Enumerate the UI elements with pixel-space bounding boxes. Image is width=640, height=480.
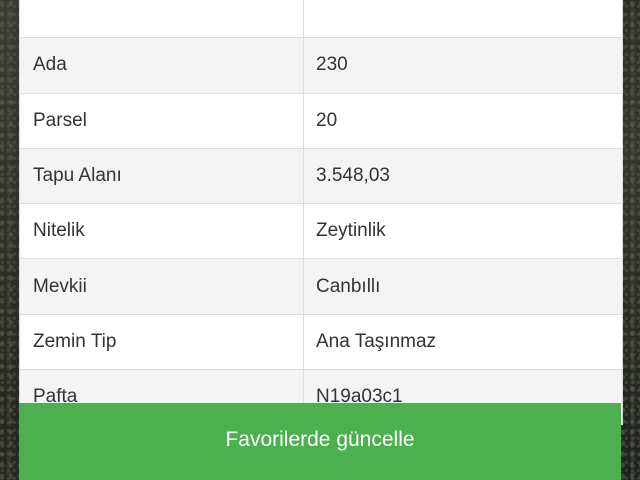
table-row-partial <box>20 0 622 39</box>
row-label: Nitelik <box>20 204 304 259</box>
row-value: 230 <box>316 54 348 76</box>
table-row-zemin-tip: Zemin Tip Ana Taşınmaz <box>20 314 622 371</box>
table-row-nitelik: Nitelik Zeytinlik <box>20 204 622 260</box>
row-value: 3.548,03 <box>316 165 390 187</box>
row-value: 20 <box>316 109 338 131</box>
row-value <box>304 0 622 37</box>
row-value: Canbıllı <box>316 275 381 297</box>
row-value: Zeytinlik <box>316 220 386 242</box>
row-label: Parsel <box>20 93 304 148</box>
table-row-ada: Ada 230 <box>20 38 622 94</box>
table-row-tapu-alani: Tapu Alanı 3.548,03 <box>20 148 622 205</box>
row-label: Tapu Alanı <box>20 148 304 204</box>
row-label: Zemin Tip <box>20 314 304 370</box>
row-value: Ana Taşınmaz <box>316 330 437 352</box>
table-row-mevkii: Mevkii Canbıllı <box>20 259 622 315</box>
property-details-table: Ada 230 Parsel 20 Tapu Alanı 3.548,03 Ni… <box>19 0 623 426</box>
update-favorites-button[interactable]: Favorilerde güncelle <box>19 403 621 480</box>
table-row-parsel: Parsel 20 <box>20 93 622 149</box>
row-label: Ada <box>20 38 304 93</box>
row-label <box>20 0 304 38</box>
row-label: Mevkii <box>20 259 304 314</box>
